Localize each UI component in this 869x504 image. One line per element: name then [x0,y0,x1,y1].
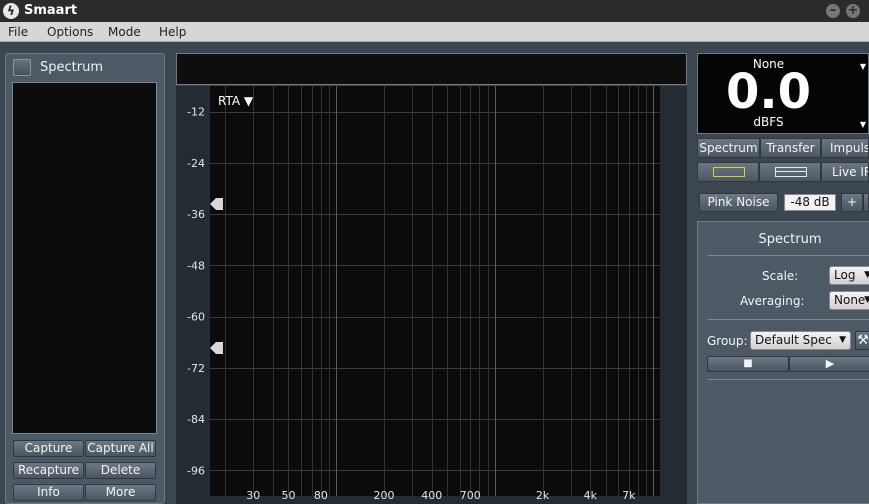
group-value: Default Spec [755,333,832,347]
rta-graph[interactable]: -12 -24 -36 -48 -60 -72 -84 -96 30 50 80 200 400 700… [176,86,687,504]
graph-header-strip [176,53,687,85]
menu-file[interactable]: File [8,25,28,39]
scale-value: Log [834,268,856,282]
capture-panel-title: Spectrum [40,60,103,75]
x-tick-label: 2k [536,489,550,502]
capture-panel: Spectrum Capture Capture All Recapture D… [5,53,165,504]
meter-unit: dBFS [753,115,784,129]
group-chevron-down-icon: ▼ [839,335,846,345]
scale-chevron-down-icon: ▼ [864,270,869,280]
generator-level-field[interactable]: -48 dB [784,194,836,211]
play-button[interactable]: ▶ [789,356,869,372]
plot-area[interactable] [210,86,660,496]
pink-noise-button[interactable]: Pink Noise [699,193,778,212]
scale-label: Scale: [762,269,799,283]
tab-impulse[interactable]: Impulse [821,138,869,158]
generator-level-increase-button[interactable]: + [841,193,863,212]
title-bar: ϟ Smaart – + [0,0,869,22]
averaging-value: None [834,293,866,307]
minimize-icon[interactable]: – [826,4,840,18]
scale-select[interactable]: Log ▼ [829,266,869,285]
smaart-window: ϟ Smaart – + File Options Mode Help Spec… [0,0,869,504]
capture-button[interactable]: Capture [13,440,84,457]
menu-options[interactable]: Options [47,25,93,39]
single-pane-icon [713,167,745,177]
menu-mode[interactable]: Mode [108,25,141,39]
generator-level-decrease-button[interactable] [863,193,869,212]
info-button[interactable]: Info [13,484,84,501]
x-tick-label: 400 [421,489,442,502]
meter-unit-arrow-icon[interactable]: ▼ [860,120,866,129]
group-tools-icon[interactable]: ⚒ [855,331,869,350]
maximize-icon[interactable]: + [846,4,860,18]
averaging-chevron-down-icon: ▼ [864,295,869,305]
x-tick-label: 4k [584,489,598,502]
capture-all-button[interactable]: Capture All [85,440,156,457]
x-tick-label: 200 [373,489,394,502]
settings-divider [707,255,869,256]
meter-value: 0.0 [725,64,812,120]
tab-spectrum[interactable]: Spectrum [697,138,760,158]
y-tick-label: -12 [187,106,205,119]
window-title: Smaart [24,3,78,18]
live-ir-button[interactable]: Live IR [821,162,869,182]
rta-mode-dropdown[interactable]: RTA ▼ [218,94,254,108]
x-tick-label: 7k [622,489,636,502]
y-axis-ticks: -12 -24 -36 -48 -60 -72 -84 -96 [187,106,205,478]
meter-source-arrow-icon[interactable]: ▼ [860,62,866,71]
x-tick-label: 50 [281,489,295,502]
group-select[interactable]: Default Spec ▼ [750,331,851,350]
x-tick-label: 700 [460,489,481,502]
app-logo-icon: ϟ [3,3,19,19]
single-view-button[interactable] [697,162,759,182]
settings-divider-3 [707,379,869,380]
x-tick-label: 30 [246,489,260,502]
averaging-label: Averaging: [740,294,805,308]
x-tick-label: 80 [314,489,328,502]
menu-help[interactable]: Help [159,25,186,39]
y-tick-label: -36 [187,208,205,221]
group-label: Group: [707,334,748,348]
spectrum-settings-panel: Spectrum Scale: Log ▼ Averaging: None ▼ … [697,221,869,504]
y-tick-label: -48 [187,259,205,272]
recapture-button[interactable]: Recapture [13,462,84,479]
y-tick-label: -72 [187,362,205,375]
stop-button[interactable]: ■ [707,356,789,372]
tab-transfer[interactable]: Transfer [760,138,821,158]
y-tick-label: -84 [187,413,205,426]
rta-plot: -12 -24 -36 -48 -60 -72 -84 -96 30 50 80 200 400 700… [187,86,660,502]
y-tick-label: -96 [187,464,205,477]
trace-list[interactable] [12,82,157,434]
settings-title: Spectrum [758,232,822,247]
more-button[interactable]: More [85,484,156,501]
settings-divider-2 [707,319,869,320]
split-pane-icon [775,167,807,177]
y-tick-label: -24 [187,157,205,170]
split-view-button[interactable] [759,162,821,182]
level-meter[interactable]: None 0.0 dBFS ▼ ▼ [697,53,869,134]
y-tick-label: -60 [187,311,205,324]
delete-button[interactable]: Delete [85,462,156,479]
averaging-select[interactable]: None ▼ [829,291,869,310]
menu-bar: File Options Mode Help [0,22,869,42]
spectrum-enable-checkbox[interactable] [13,59,31,76]
